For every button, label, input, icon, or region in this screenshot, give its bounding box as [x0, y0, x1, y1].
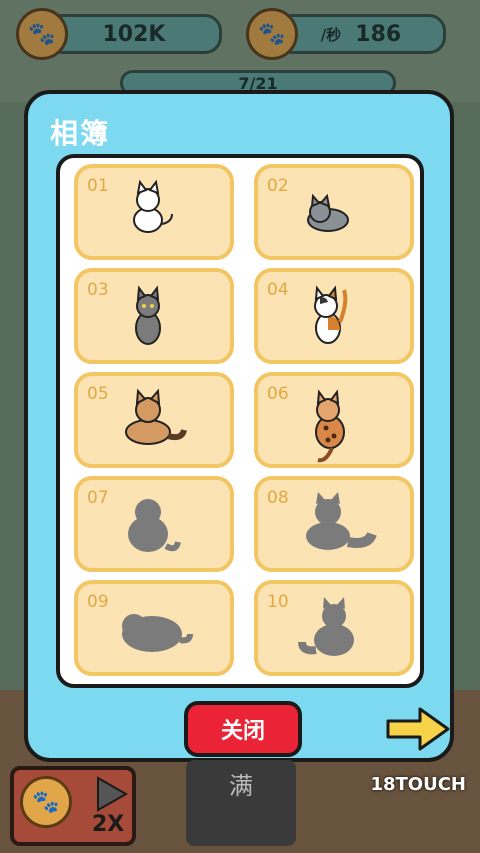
album-dialog: 相簿 01 02 03 04 05 06 07 08 09 10 关闭	[24, 90, 454, 762]
slot-number: 07	[87, 488, 109, 508]
cat-silhouette-icon	[122, 614, 193, 652]
next-arrow-icon[interactable]	[384, 706, 452, 752]
album-slot[interactable]: 02	[254, 164, 414, 260]
slot-number: 09	[87, 592, 109, 612]
full-label: 满	[229, 772, 253, 800]
slot-number: 06	[267, 384, 289, 404]
cat-icon	[307, 193, 349, 232]
cat-icon	[135, 285, 161, 345]
cat-silhouette-icon	[128, 499, 181, 552]
slot-number: 08	[267, 488, 289, 508]
cat-icon	[125, 388, 187, 445]
slot-number: 02	[267, 176, 289, 196]
album-slot-locked[interactable]: 10	[254, 580, 414, 676]
slot-number: 05	[87, 384, 109, 404]
cat-silhouette-icon	[306, 492, 377, 550]
slot-number: 01	[87, 176, 109, 196]
cat-icon	[314, 285, 348, 344]
slot-number: 10	[267, 592, 289, 612]
album-slot[interactable]: 03	[74, 268, 234, 364]
album-slot[interactable]: 01	[74, 164, 234, 260]
dialog-title: 相簿	[50, 117, 111, 150]
cat-icon	[133, 179, 173, 233]
cat-icon	[315, 389, 345, 463]
album-slot-locked[interactable]: 07	[74, 476, 234, 572]
album-grid: 01 02 03 04 05 06 07 08 09 10	[56, 154, 424, 688]
album-slot[interactable]: 04	[254, 268, 414, 364]
album-slot-locked[interactable]: 09	[74, 580, 234, 676]
watermark: 18TOUCH	[370, 774, 466, 795]
play-icon	[97, 776, 128, 812]
speed-label: 2X	[92, 812, 125, 837]
cat-silhouette-icon	[298, 597, 354, 656]
album-slot[interactable]: 06	[254, 372, 414, 468]
album-slot-locked[interactable]: 08	[254, 476, 414, 572]
full-indicator: 满	[186, 760, 296, 846]
slot-number: 03	[87, 280, 109, 300]
paw-coin-icon: 🐾	[20, 776, 72, 828]
album-slot[interactable]: 05	[74, 372, 234, 468]
slot-number: 04	[267, 280, 289, 300]
close-button[interactable]: 关闭	[184, 701, 302, 757]
